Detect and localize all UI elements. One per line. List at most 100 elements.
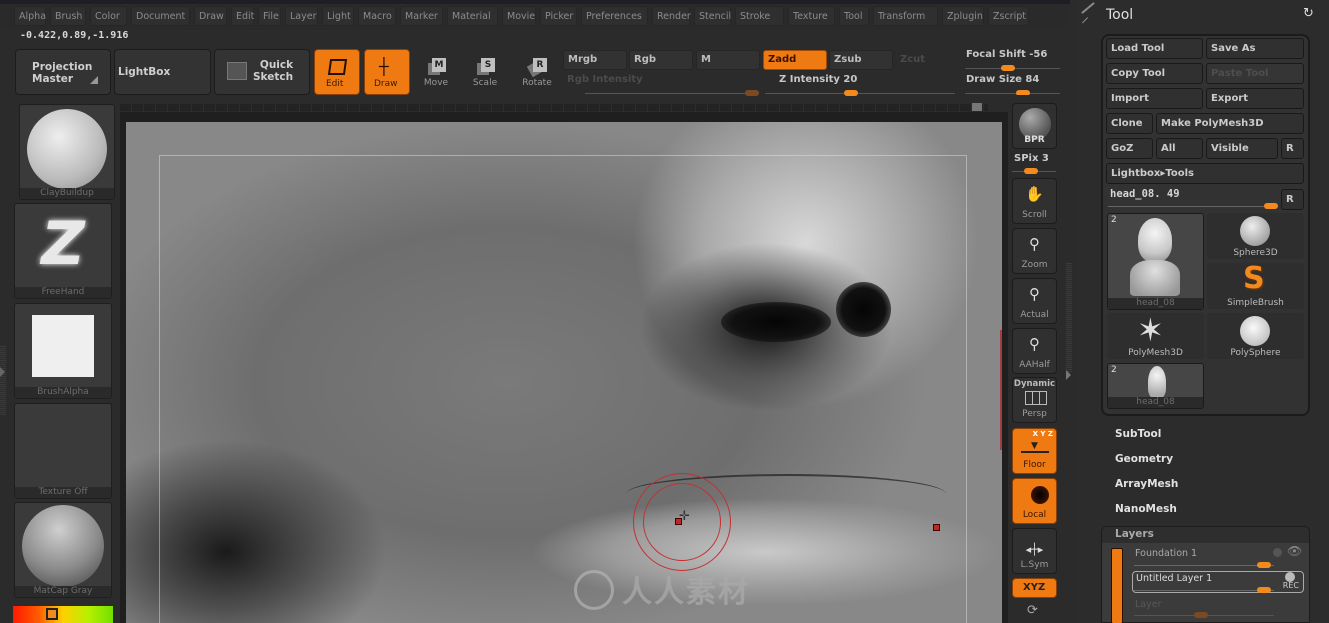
tool-tile-polysphere[interactable]: PolySphere (1207, 313, 1304, 359)
save-as-button[interactable]: Save As (1206, 38, 1304, 59)
scroll-button[interactable]: ✋ Scroll (1012, 178, 1057, 224)
copy-tool-button[interactable]: Copy Tool (1106, 63, 1203, 84)
goz-all-button[interactable]: All (1156, 138, 1203, 159)
zsub-button[interactable]: Zsub (829, 50, 893, 70)
geometry-section[interactable]: Geometry (1115, 453, 1173, 465)
alpha-selector[interactable]: BrushAlpha (14, 303, 112, 399)
zoom-button[interactable]: ⚲ Zoom (1012, 228, 1057, 274)
color-picker-bar[interactable] (13, 606, 113, 623)
menu-color[interactable]: Color (90, 6, 127, 26)
tool-tile-polymesh3d[interactable]: ✶ PolyMesh3D (1107, 311, 1204, 359)
projection-master-button[interactable]: Projection Master (15, 49, 111, 95)
persp-button[interactable]: Dynamic Persp (1012, 377, 1057, 423)
clone-button[interactable]: Clone (1106, 113, 1153, 134)
scale-button[interactable]: S Scale (463, 58, 507, 88)
rec-label[interactable]: REC (1283, 581, 1299, 590)
spix-slider[interactable] (1024, 168, 1038, 174)
m-button[interactable]: M (696, 50, 760, 70)
canvas-viewport[interactable]: ✛ 人人素材 (126, 122, 1002, 623)
menu-stencil[interactable]: Stencil (694, 6, 731, 26)
bpr-button[interactable]: BPR (1012, 103, 1057, 149)
eye-icon[interactable]: 👁 (1287, 544, 1302, 558)
lsym-button[interactable]: ◂┼▸ L.Sym (1012, 528, 1057, 574)
menu-tool[interactable]: Tool (839, 6, 869, 26)
mrgb-button[interactable]: Mrgb (563, 50, 627, 70)
zcut-button[interactable]: Zcut (895, 50, 955, 70)
layers-header[interactable]: Layers (1102, 527, 1309, 543)
quick-sketch-button[interactable]: Quick Sketch (214, 49, 310, 95)
current-tool-slider[interactable] (1264, 203, 1278, 209)
menu-picker[interactable]: Picker (540, 6, 577, 26)
foundation-layer-label[interactable]: Foundation 1 (1135, 548, 1197, 559)
focal-shift-slider[interactable] (1001, 65, 1015, 71)
z-intensity-track[interactable] (765, 93, 955, 94)
untitled-layer-track[interactable] (1134, 590, 1274, 591)
draw-button[interactable]: ┼ Draw (364, 49, 410, 95)
reset-palette-icon[interactable]: ↻ (1303, 6, 1314, 21)
tool-tile-simplebrush[interactable]: S SimpleBrush (1207, 261, 1304, 309)
menu-macro[interactable]: Macro (358, 6, 396, 26)
local-button[interactable]: Local (1012, 478, 1057, 524)
menu-light[interactable]: Light (322, 6, 354, 26)
rotate-xyz-button[interactable]: XYZ (1012, 578, 1057, 598)
timeline-strip[interactable] (120, 104, 988, 111)
menu-movie[interactable]: Movie (502, 6, 536, 26)
foundation-layer-track[interactable] (1134, 565, 1274, 566)
menu-layer[interactable]: Layer (285, 6, 318, 26)
load-tool-button[interactable]: Load Tool (1106, 38, 1203, 59)
menu-alpha[interactable]: Alpha (14, 6, 46, 26)
menu-marker[interactable]: Marker (400, 6, 443, 26)
floor-button[interactable]: X Y Z ▼ Floor (1012, 428, 1057, 474)
menu-draw[interactable]: Draw (194, 6, 227, 26)
collapse-left-arrow-icon[interactable] (0, 367, 5, 377)
make-polymesh3d-button[interactable]: Make PolyMesh3D (1156, 113, 1304, 134)
move-button[interactable]: M Move (414, 58, 458, 88)
menu-brush[interactable]: Brush (50, 6, 86, 26)
z-intensity-slider[interactable] (844, 90, 858, 96)
goz-r-button[interactable]: R (1281, 138, 1304, 159)
menu-edit[interactable]: Edit (231, 6, 254, 26)
menu-transform[interactable]: Transform (873, 6, 938, 26)
menu-stroke[interactable]: Stroke (735, 6, 784, 26)
panel-divider-scrollbar[interactable] (1066, 262, 1072, 372)
actual-button[interactable]: ⚲ Actual (1012, 278, 1057, 324)
stroke-selector[interactable]: Z FreeHand (14, 203, 112, 299)
menu-preferences[interactable]: Preferences (581, 6, 648, 26)
menu-file[interactable]: File (258, 6, 281, 26)
menu-zscript[interactable]: Zscript (988, 6, 1029, 26)
lightbox-button[interactable]: LightBox (114, 49, 211, 95)
current-tool-track[interactable] (1108, 206, 1278, 207)
rgb-intensity-slider[interactable] (745, 90, 759, 96)
aahalf-button[interactable]: ⚲ AAHalf (1012, 328, 1057, 374)
draw-size-track[interactable] (965, 93, 1060, 94)
rgb-button[interactable]: Rgb (629, 50, 693, 70)
timeline-marker[interactable] (972, 103, 982, 111)
expand-right-arrow-icon[interactable] (1066, 370, 1071, 380)
menu-texture[interactable]: Texture (788, 6, 835, 26)
arraymesh-section[interactable]: ArrayMesh (1115, 478, 1178, 490)
goz-button[interactable]: GoZ (1106, 138, 1153, 159)
foundation-visibility-dot[interactable] (1273, 548, 1282, 557)
tool-tile-sphere3d[interactable]: Sphere3D (1207, 213, 1304, 259)
nanomesh-section[interactable]: NanoMesh (1115, 503, 1177, 515)
edit-button[interactable]: Edit (314, 49, 360, 95)
rotate-button[interactable]: R Rotate (515, 58, 559, 88)
rgb-intensity-track[interactable] (585, 93, 755, 94)
material-selector[interactable]: MatCap Gray (14, 502, 112, 598)
left-shelf-scrollbar[interactable] (0, 345, 6, 415)
current-tool-r-button[interactable]: R (1281, 189, 1304, 210)
goz-visible-button[interactable]: Visible (1206, 138, 1278, 159)
tool-palette-title[interactable]: Tool (1106, 7, 1133, 23)
menu-document[interactable]: Document (131, 6, 190, 26)
foundation-layer-slider[interactable] (1257, 562, 1271, 568)
tool-tile-head-08-small[interactable]: 2 head_08 (1107, 363, 1204, 409)
tool-tile-head-08[interactable]: 2 head_08 (1107, 213, 1204, 310)
brush-selector[interactable]: ClayBuildup (19, 104, 115, 200)
untitled-layer-slider[interactable] (1257, 587, 1271, 593)
rotate-y-icon[interactable]: ⟳ (1027, 603, 1038, 618)
zadd-button[interactable]: Zadd (763, 50, 827, 70)
import-button[interactable]: Import (1106, 88, 1203, 109)
color-picker-handle[interactable] (46, 608, 58, 620)
paste-tool-button[interactable]: Paste Tool (1206, 63, 1304, 84)
texture-selector[interactable]: Texture Off (14, 403, 112, 499)
